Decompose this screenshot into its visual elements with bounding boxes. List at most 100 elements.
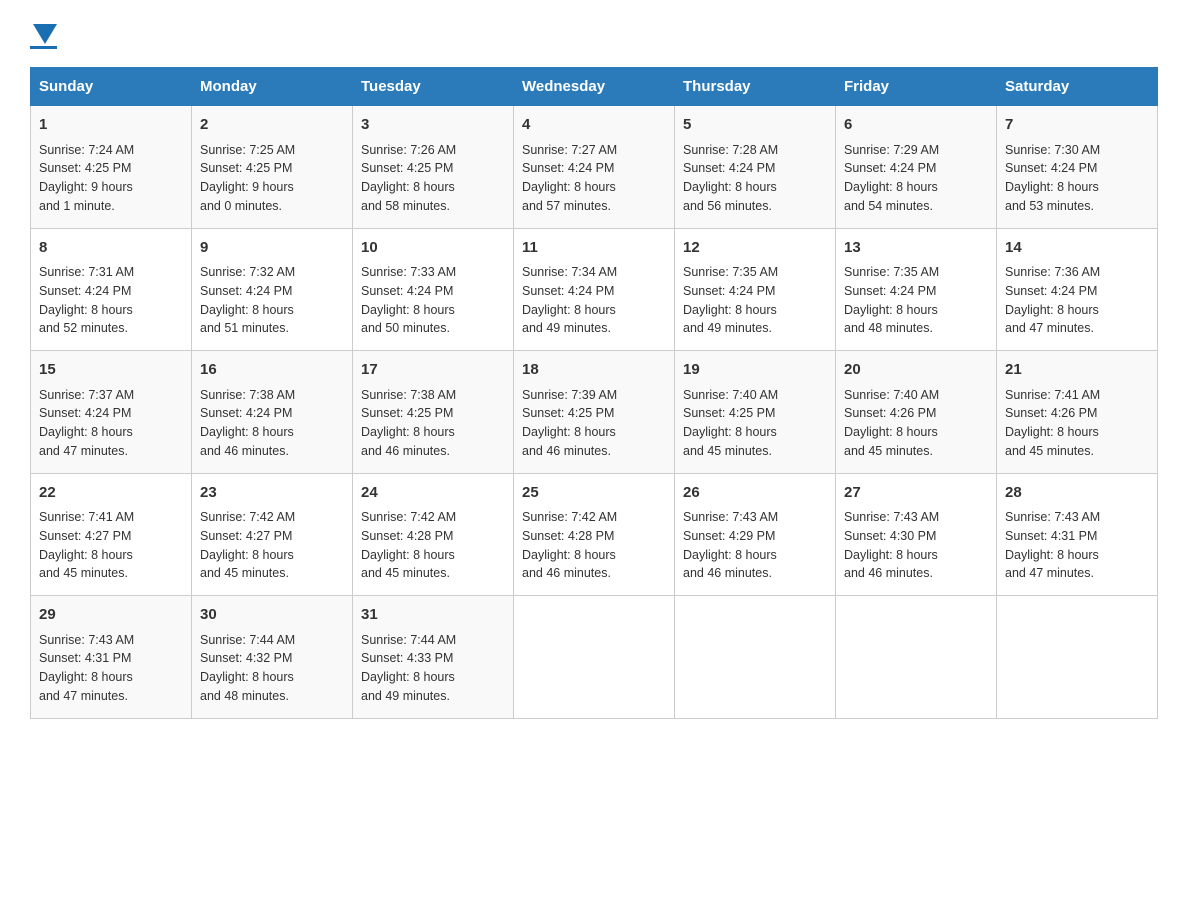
day-info: Sunrise: 7:35 AM Sunset: 4:24 PM Dayligh… (683, 263, 827, 338)
day-number: 30 (200, 604, 344, 627)
day-header-tuesday: Tuesday (353, 68, 514, 106)
day-info: Sunrise: 7:43 AM Sunset: 4:31 PM Dayligh… (1005, 508, 1149, 583)
day-number: 24 (361, 482, 505, 505)
calendar-cell: 9 Sunrise: 7:32 AM Sunset: 4:24 PM Dayli… (192, 228, 353, 351)
day-info: Sunrise: 7:43 AM Sunset: 4:29 PM Dayligh… (683, 508, 827, 583)
day-info: Sunrise: 7:36 AM Sunset: 4:24 PM Dayligh… (1005, 263, 1149, 338)
calendar-week-row: 22 Sunrise: 7:41 AM Sunset: 4:27 PM Dayl… (31, 473, 1158, 596)
day-number: 20 (844, 359, 988, 382)
calendar-week-row: 29 Sunrise: 7:43 AM Sunset: 4:31 PM Dayl… (31, 596, 1158, 719)
day-info: Sunrise: 7:30 AM Sunset: 4:24 PM Dayligh… (1005, 141, 1149, 216)
calendar-cell: 7 Sunrise: 7:30 AM Sunset: 4:24 PM Dayli… (997, 106, 1158, 229)
day-number: 9 (200, 237, 344, 260)
day-number: 10 (361, 237, 505, 260)
day-info: Sunrise: 7:38 AM Sunset: 4:25 PM Dayligh… (361, 386, 505, 461)
day-number: 2 (200, 114, 344, 137)
day-number: 21 (1005, 359, 1149, 382)
day-number: 13 (844, 237, 988, 260)
calendar-week-row: 1 Sunrise: 7:24 AM Sunset: 4:25 PM Dayli… (31, 106, 1158, 229)
day-info: Sunrise: 7:43 AM Sunset: 4:31 PM Dayligh… (39, 631, 183, 706)
calendar-week-row: 8 Sunrise: 7:31 AM Sunset: 4:24 PM Dayli… (31, 228, 1158, 351)
calendar-cell: 3 Sunrise: 7:26 AM Sunset: 4:25 PM Dayli… (353, 106, 514, 229)
day-number: 18 (522, 359, 666, 382)
day-header-thursday: Thursday (675, 68, 836, 106)
day-info: Sunrise: 7:24 AM Sunset: 4:25 PM Dayligh… (39, 141, 183, 216)
calendar-table: SundayMondayTuesdayWednesdayThursdayFrid… (30, 67, 1158, 719)
calendar-cell: 17 Sunrise: 7:38 AM Sunset: 4:25 PM Dayl… (353, 351, 514, 474)
calendar-cell: 18 Sunrise: 7:39 AM Sunset: 4:25 PM Dayl… (514, 351, 675, 474)
calendar-cell: 26 Sunrise: 7:43 AM Sunset: 4:29 PM Dayl… (675, 473, 836, 596)
day-info: Sunrise: 7:33 AM Sunset: 4:24 PM Dayligh… (361, 263, 505, 338)
day-info: Sunrise: 7:44 AM Sunset: 4:33 PM Dayligh… (361, 631, 505, 706)
day-header-sunday: Sunday (31, 68, 192, 106)
day-info: Sunrise: 7:31 AM Sunset: 4:24 PM Dayligh… (39, 263, 183, 338)
calendar-cell: 23 Sunrise: 7:42 AM Sunset: 4:27 PM Dayl… (192, 473, 353, 596)
day-number: 3 (361, 114, 505, 137)
day-info: Sunrise: 7:42 AM Sunset: 4:27 PM Dayligh… (200, 508, 344, 583)
calendar-cell: 5 Sunrise: 7:28 AM Sunset: 4:24 PM Dayli… (675, 106, 836, 229)
day-info: Sunrise: 7:42 AM Sunset: 4:28 PM Dayligh… (522, 508, 666, 583)
day-number: 11 (522, 237, 666, 260)
day-number: 6 (844, 114, 988, 137)
day-number: 12 (683, 237, 827, 260)
day-number: 27 (844, 482, 988, 505)
day-number: 1 (39, 114, 183, 137)
day-number: 8 (39, 237, 183, 260)
day-info: Sunrise: 7:26 AM Sunset: 4:25 PM Dayligh… (361, 141, 505, 216)
day-info: Sunrise: 7:32 AM Sunset: 4:24 PM Dayligh… (200, 263, 344, 338)
day-number: 19 (683, 359, 827, 382)
day-number: 14 (1005, 237, 1149, 260)
day-number: 23 (200, 482, 344, 505)
calendar-cell: 11 Sunrise: 7:34 AM Sunset: 4:24 PM Dayl… (514, 228, 675, 351)
day-header-saturday: Saturday (997, 68, 1158, 106)
day-info: Sunrise: 7:25 AM Sunset: 4:25 PM Dayligh… (200, 141, 344, 216)
calendar-cell: 28 Sunrise: 7:43 AM Sunset: 4:31 PM Dayl… (997, 473, 1158, 596)
calendar-cell (836, 596, 997, 719)
calendar-cell: 31 Sunrise: 7:44 AM Sunset: 4:33 PM Dayl… (353, 596, 514, 719)
logo (30, 20, 57, 49)
page-header (30, 20, 1158, 49)
calendar-cell: 20 Sunrise: 7:40 AM Sunset: 4:26 PM Dayl… (836, 351, 997, 474)
calendar-week-row: 15 Sunrise: 7:37 AM Sunset: 4:24 PM Dayl… (31, 351, 1158, 474)
calendar-cell: 16 Sunrise: 7:38 AM Sunset: 4:24 PM Dayl… (192, 351, 353, 474)
day-header-friday: Friday (836, 68, 997, 106)
day-info: Sunrise: 7:40 AM Sunset: 4:26 PM Dayligh… (844, 386, 988, 461)
calendar-cell: 6 Sunrise: 7:29 AM Sunset: 4:24 PM Dayli… (836, 106, 997, 229)
logo-underline (30, 46, 57, 49)
calendar-cell: 14 Sunrise: 7:36 AM Sunset: 4:24 PM Dayl… (997, 228, 1158, 351)
calendar-cell (997, 596, 1158, 719)
calendar-cell: 12 Sunrise: 7:35 AM Sunset: 4:24 PM Dayl… (675, 228, 836, 351)
calendar-cell: 21 Sunrise: 7:41 AM Sunset: 4:26 PM Dayl… (997, 351, 1158, 474)
calendar-cell: 24 Sunrise: 7:42 AM Sunset: 4:28 PM Dayl… (353, 473, 514, 596)
day-info: Sunrise: 7:37 AM Sunset: 4:24 PM Dayligh… (39, 386, 183, 461)
day-info: Sunrise: 7:29 AM Sunset: 4:24 PM Dayligh… (844, 141, 988, 216)
calendar-header-row: SundayMondayTuesdayWednesdayThursdayFrid… (31, 68, 1158, 106)
calendar-cell: 25 Sunrise: 7:42 AM Sunset: 4:28 PM Dayl… (514, 473, 675, 596)
day-info: Sunrise: 7:41 AM Sunset: 4:26 PM Dayligh… (1005, 386, 1149, 461)
day-info: Sunrise: 7:42 AM Sunset: 4:28 PM Dayligh… (361, 508, 505, 583)
day-number: 22 (39, 482, 183, 505)
day-number: 7 (1005, 114, 1149, 137)
day-number: 15 (39, 359, 183, 382)
calendar-cell: 22 Sunrise: 7:41 AM Sunset: 4:27 PM Dayl… (31, 473, 192, 596)
calendar-cell: 27 Sunrise: 7:43 AM Sunset: 4:30 PM Dayl… (836, 473, 997, 596)
calendar-cell: 29 Sunrise: 7:43 AM Sunset: 4:31 PM Dayl… (31, 596, 192, 719)
day-number: 28 (1005, 482, 1149, 505)
day-number: 4 (522, 114, 666, 137)
day-number: 26 (683, 482, 827, 505)
day-info: Sunrise: 7:38 AM Sunset: 4:24 PM Dayligh… (200, 386, 344, 461)
calendar-cell: 1 Sunrise: 7:24 AM Sunset: 4:25 PM Dayli… (31, 106, 192, 229)
logo-triangle-icon (33, 24, 57, 44)
calendar-cell (514, 596, 675, 719)
day-info: Sunrise: 7:40 AM Sunset: 4:25 PM Dayligh… (683, 386, 827, 461)
day-info: Sunrise: 7:28 AM Sunset: 4:24 PM Dayligh… (683, 141, 827, 216)
calendar-cell: 2 Sunrise: 7:25 AM Sunset: 4:25 PM Dayli… (192, 106, 353, 229)
calendar-cell: 10 Sunrise: 7:33 AM Sunset: 4:24 PM Dayl… (353, 228, 514, 351)
day-number: 31 (361, 604, 505, 627)
day-header-monday: Monday (192, 68, 353, 106)
calendar-cell: 19 Sunrise: 7:40 AM Sunset: 4:25 PM Dayl… (675, 351, 836, 474)
day-number: 5 (683, 114, 827, 137)
day-info: Sunrise: 7:27 AM Sunset: 4:24 PM Dayligh… (522, 141, 666, 216)
calendar-cell: 15 Sunrise: 7:37 AM Sunset: 4:24 PM Dayl… (31, 351, 192, 474)
calendar-cell: 8 Sunrise: 7:31 AM Sunset: 4:24 PM Dayli… (31, 228, 192, 351)
